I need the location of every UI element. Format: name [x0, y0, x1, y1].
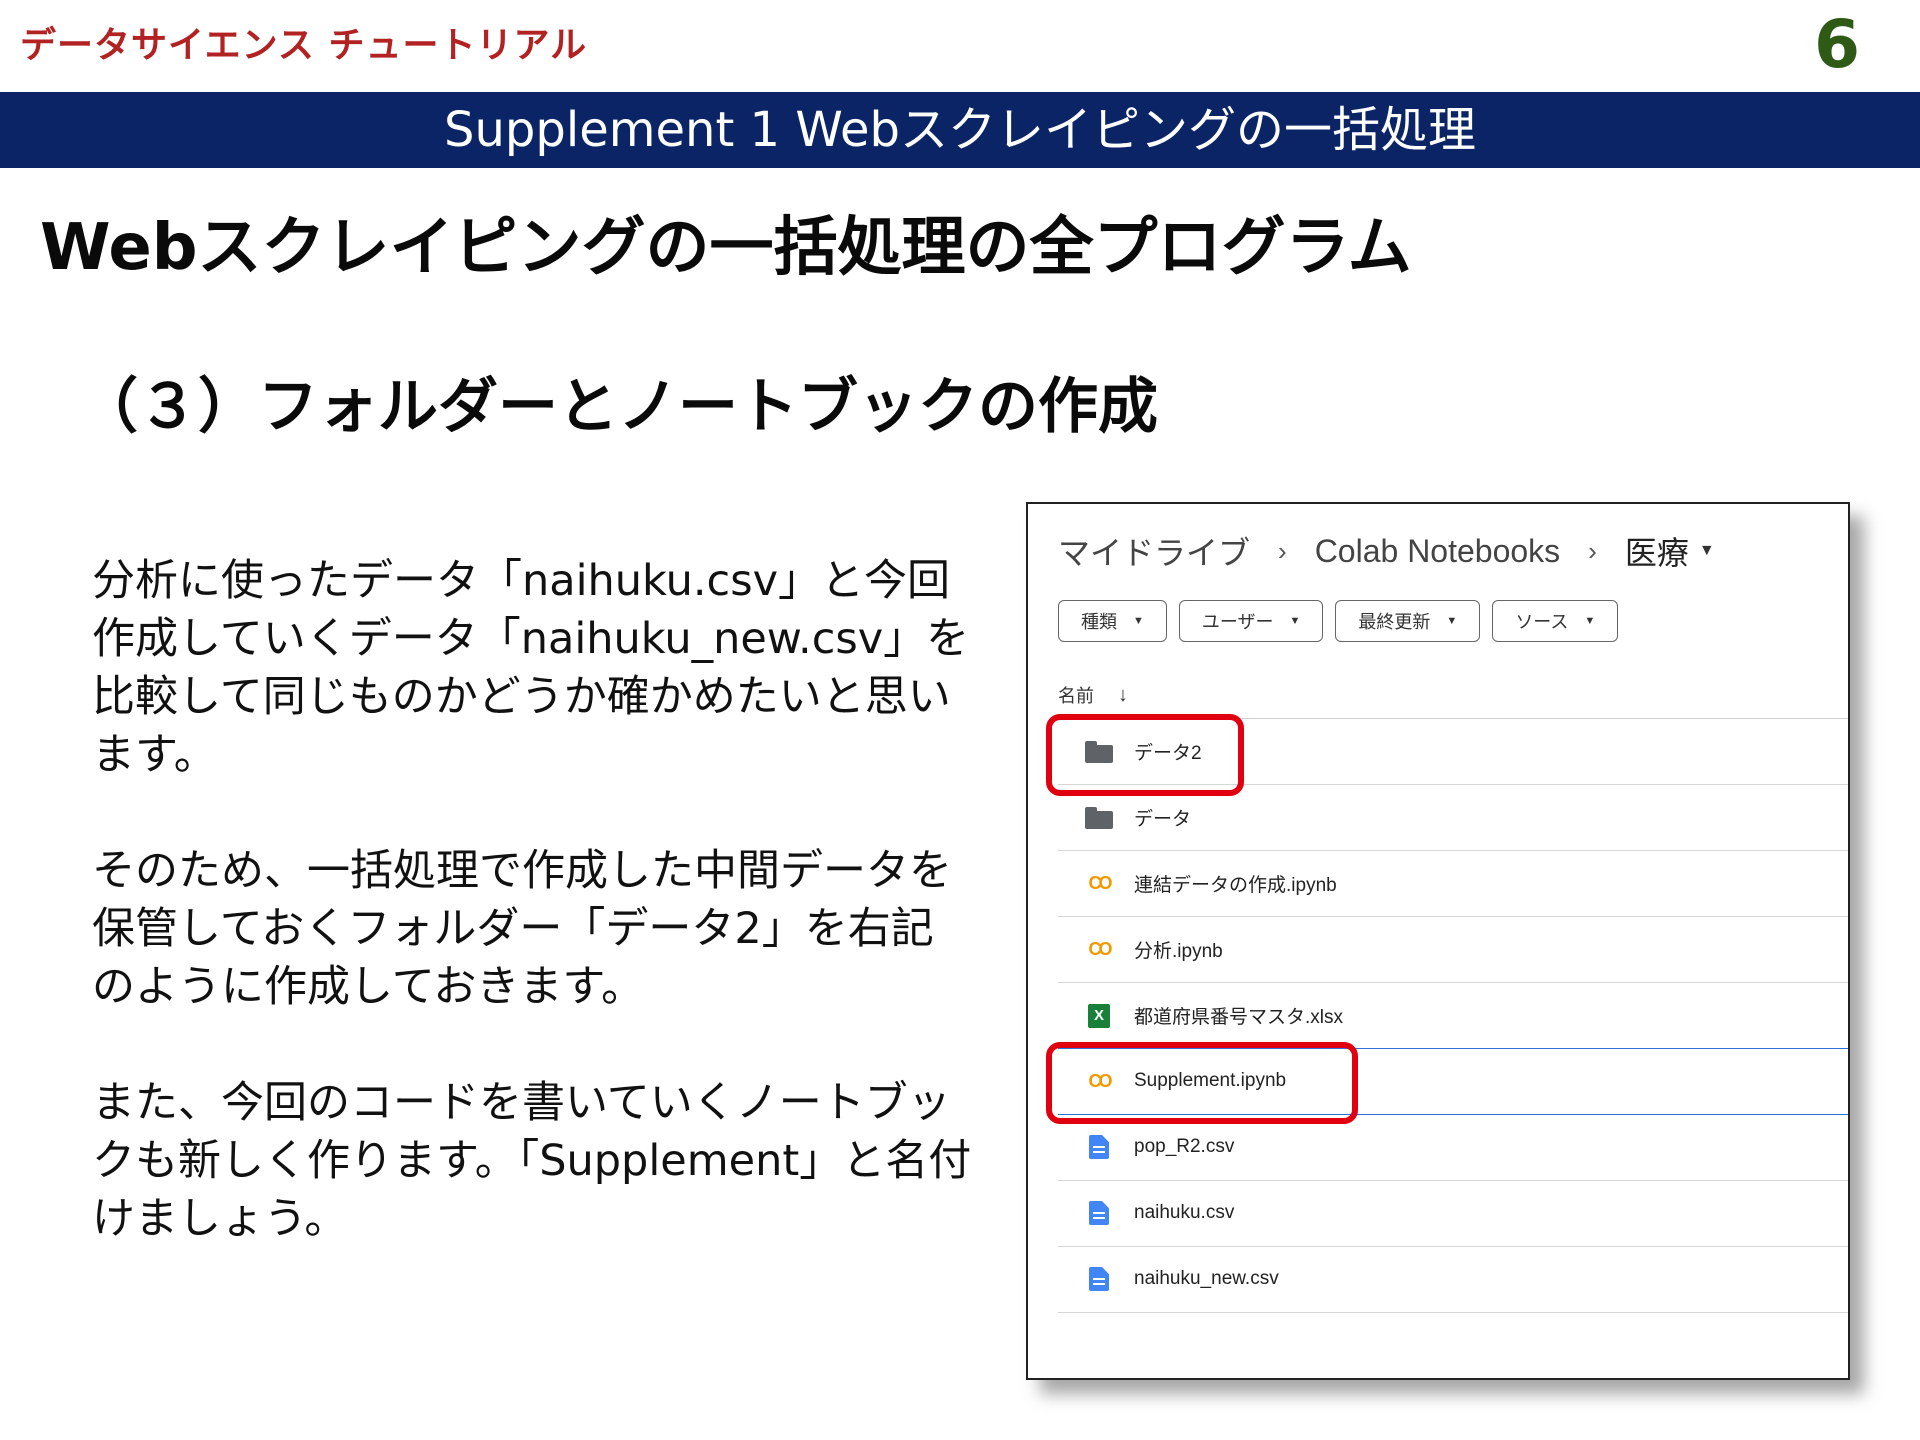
breadcrumb-current[interactable]: 医療 [1625, 528, 1689, 574]
file-row[interactable]: naihuku_new.csv [1058, 1247, 1848, 1313]
file-name: 都道府県番号マスタ.xlsx [1134, 1007, 1344, 1028]
document-icon [1084, 1135, 1114, 1159]
caret-down-icon: ▼ [1133, 615, 1144, 627]
file-name: データ [1134, 809, 1192, 830]
caret-down-icon: ▼ [1446, 615, 1458, 627]
breadcrumb: マイドライブ › Colab Notebooks › 医療 ▼ [1058, 526, 1715, 576]
brand-title: データサイエンス チュートリアル [20, 25, 588, 66]
file-name: pop_R2.csv [1134, 1136, 1235, 1157]
page-number: 6 [1814, 6, 1860, 83]
name-column-header[interactable]: 名前 ↓ [1058, 682, 1128, 708]
file-row[interactable]: データ2 [1058, 719, 1848, 785]
filter-type-label: 種類 [1081, 612, 1117, 632]
filter-modified-label: 最終更新 [1358, 612, 1431, 632]
file-name: naihuku_new.csv [1134, 1268, 1279, 1289]
file-row[interactable]: X 都道府県番号マスタ.xlsx [1058, 983, 1848, 1049]
paragraph-folder: そのため、一括処理で作成した中間データを保管しておくフォルダー「データ2」を右記… [92, 846, 952, 1012]
file-row[interactable]: データ [1058, 785, 1848, 851]
filter-type[interactable]: 種類 ▼ [1058, 600, 1167, 642]
file-row[interactable]: naihuku.csv [1058, 1181, 1848, 1247]
caret-down-icon: ▼ [1584, 615, 1596, 627]
file-row-selected[interactable]: CO Supplement.ipynb [1058, 1047, 1848, 1115]
file-name: Supplement.ipynb [1134, 1070, 1287, 1091]
file-name: データ2 [1134, 743, 1202, 764]
file-row[interactable]: CO 連結データの作成.ipynb [1058, 851, 1848, 917]
breadcrumb-my-drive[interactable]: マイドライブ [1058, 528, 1250, 574]
excel-icon: X [1084, 1003, 1114, 1028]
section-banner: Supplement 1 Webスクレイピングの一括処理 [0, 92, 1920, 168]
body-text: 分析に使ったデータ「naihuku.csv」と今回作成していくデータ「naihu… [92, 552, 972, 1306]
filter-source-label: ソース [1515, 612, 1569, 632]
file-list: データ2 データ CO 連結データの作成.ipynb CO 分析.ipynb X… [1058, 718, 1848, 1313]
filter-modified[interactable]: 最終更新 ▼ [1335, 600, 1481, 642]
breadcrumb-colab-notebooks[interactable]: Colab Notebooks [1315, 533, 1560, 570]
paragraph-compare: 分析に使ったデータ「naihuku.csv」と今回作成していくデータ「naihu… [92, 556, 970, 780]
colab-icon: CO [1088, 939, 1113, 959]
sub-title: （３）フォルダーとノートブックの作成 [78, 372, 1158, 442]
paragraph-notebook: また、今回のコードを書いていくノートブックも新しく作ります。「Supplemen… [92, 1078, 972, 1244]
chevron-right-icon: › [1588, 535, 1597, 566]
document-icon [1084, 1267, 1114, 1291]
file-name: 分析.ipynb [1134, 941, 1223, 962]
file-row[interactable]: pop_R2.csv [1058, 1115, 1848, 1181]
filter-user-label: ユーザー [1201, 612, 1274, 632]
filter-user[interactable]: ユーザー ▼ [1178, 600, 1324, 642]
folder-icon [1084, 740, 1114, 763]
caret-down-icon: ▼ [1289, 615, 1301, 627]
document-icon [1084, 1201, 1114, 1225]
column-header-label: 名前 [1058, 686, 1094, 706]
colab-icon: CO [1088, 873, 1113, 893]
filter-bar: 種類 ▼ ユーザー ▼ 最終更新 ▼ ソース ▼ [1058, 600, 1619, 642]
main-title: Webスクレイピングの一括処理の全プログラム [40, 211, 1412, 285]
drive-screenshot: マイドライブ › Colab Notebooks › 医療 ▼ 種類 ▼ ユーザー… [1026, 502, 1850, 1380]
caret-down-icon[interactable]: ▼ [1699, 542, 1715, 560]
folder-icon [1084, 806, 1114, 829]
filter-source[interactable]: ソース ▼ [1492, 600, 1619, 642]
file-name: 連結データの作成.ipynb [1134, 875, 1337, 896]
colab-icon: CO [1088, 1070, 1113, 1091]
chevron-right-icon: › [1278, 535, 1287, 566]
file-name: naihuku.csv [1134, 1202, 1235, 1223]
sort-arrow-down-icon[interactable]: ↓ [1118, 684, 1128, 707]
file-row[interactable]: CO 分析.ipynb [1058, 917, 1848, 983]
